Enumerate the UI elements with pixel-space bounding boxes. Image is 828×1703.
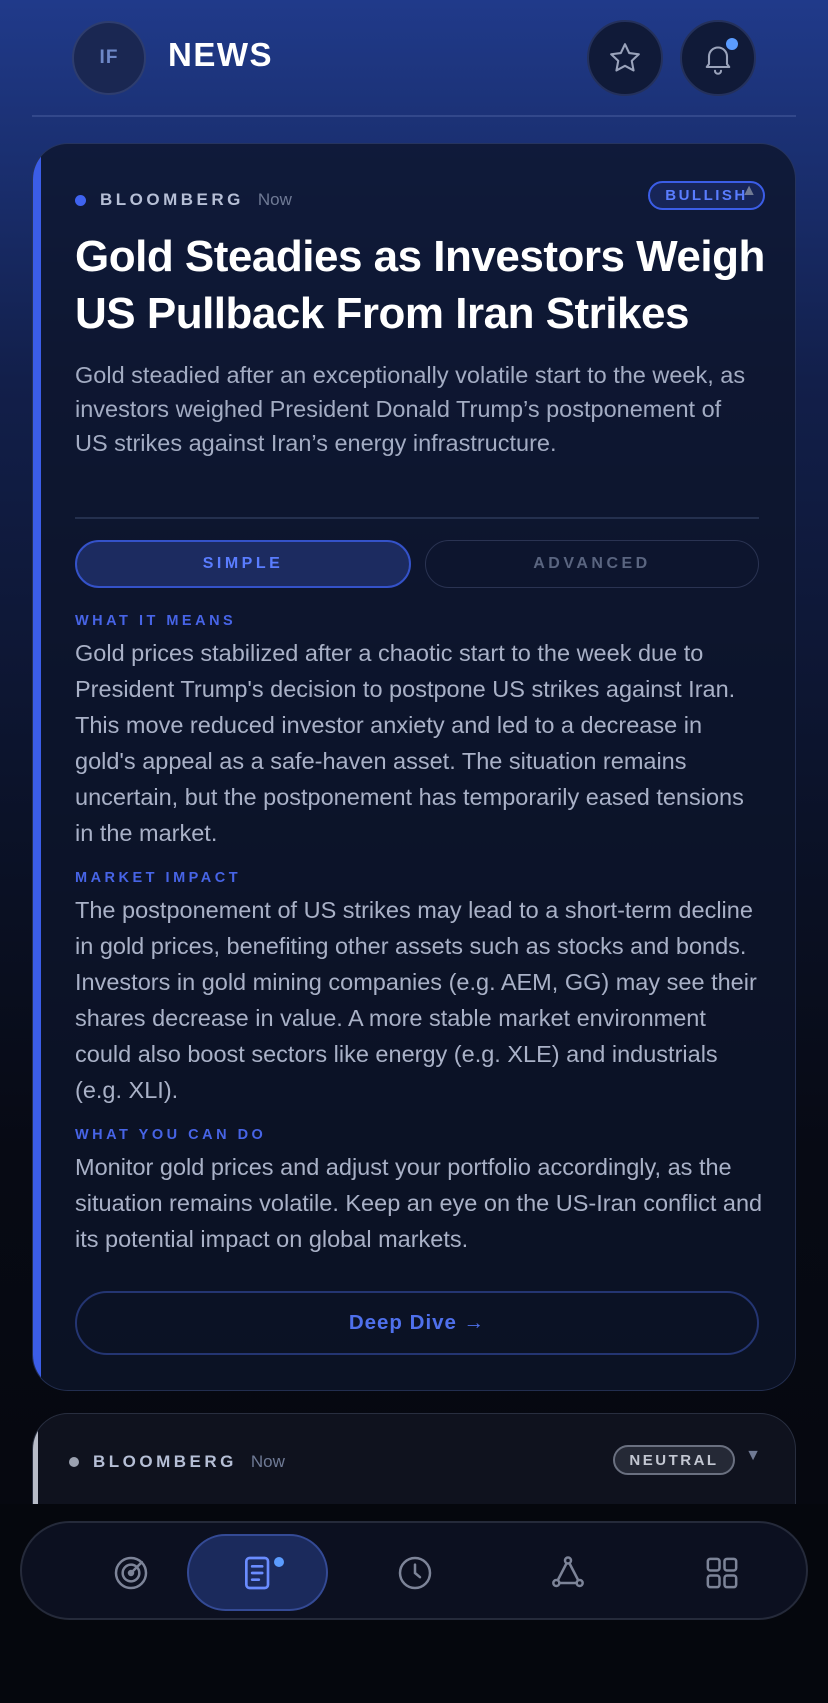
article-time: Now: [250, 1452, 285, 1471]
nav-item-network[interactable]: [527, 1534, 609, 1611]
app-header: IF NEWS: [0, 0, 828, 117]
article-source: BLOOMBERG: [93, 1452, 237, 1471]
section-body-what-it-means: Gold prices stabilized after a chaotic s…: [75, 640, 744, 846]
nav-item-news[interactable]: [187, 1534, 328, 1611]
article-time: Now: [257, 190, 292, 209]
article-summary: Gold steadied after an exceptionally vol…: [75, 362, 746, 456]
deep-dive-button[interactable]: Deep Dive →: [75, 1291, 759, 1355]
section-body-what-you-can-do: Monitor gold prices and adjust your port…: [75, 1154, 763, 1252]
nav-item-radar[interactable]: [90, 1534, 172, 1611]
radar-icon: [114, 1556, 148, 1589]
article-headline[interactable]: Gold Steadies as Investors Weigh US Pull…: [75, 228, 765, 342]
section-label-what-you-can-do: WHAT YOU CAN DO: [75, 1127, 267, 1143]
avatar[interactable]: IF: [72, 21, 146, 95]
nav-item-history[interactable]: [374, 1534, 456, 1611]
tab-advanced[interactable]: ADVANCED: [425, 540, 759, 588]
grid-icon: [706, 1557, 738, 1588]
news-icon: [244, 1556, 269, 1589]
favorites-button[interactable]: [587, 20, 663, 96]
network-icon: [552, 1555, 584, 1587]
card-accent-bar: [33, 144, 41, 1390]
source-dot: [75, 194, 86, 206]
article-card[interactable]: BLOOMBERG Now BULLISH ▲ Gold Steadies as…: [32, 143, 796, 1391]
nav-item-more[interactable]: [681, 1534, 763, 1611]
section-label-what-it-means: WHAT IT MEANS: [75, 613, 237, 629]
notification-dot: [726, 38, 738, 50]
bottom-nav: [20, 1521, 808, 1620]
star-icon: [610, 43, 640, 72]
sentiment-badge: NEUTRAL: [613, 1445, 735, 1475]
tab-simple[interactable]: SIMPLE: [75, 540, 411, 588]
page-title: NEWS: [168, 36, 273, 73]
news-unread-dot: [274, 1557, 284, 1567]
notifications-button[interactable]: [680, 20, 756, 96]
collapse-caret-icon[interactable]: ▲: [737, 182, 761, 200]
header-divider: [32, 115, 796, 117]
section-body-market-impact: The postponement of US strikes may lead …: [75, 897, 757, 1103]
clock-icon: [398, 1556, 432, 1589]
source-dot: [69, 1457, 79, 1467]
explanation-tabs: SIMPLE ADVANCED: [75, 540, 759, 588]
expand-caret-icon[interactable]: ▼: [741, 1447, 765, 1465]
section-label-market-impact: MARKET IMPACT: [75, 870, 242, 886]
card-divider: [75, 517, 759, 519]
article-source: BLOOMBERG: [100, 190, 244, 209]
